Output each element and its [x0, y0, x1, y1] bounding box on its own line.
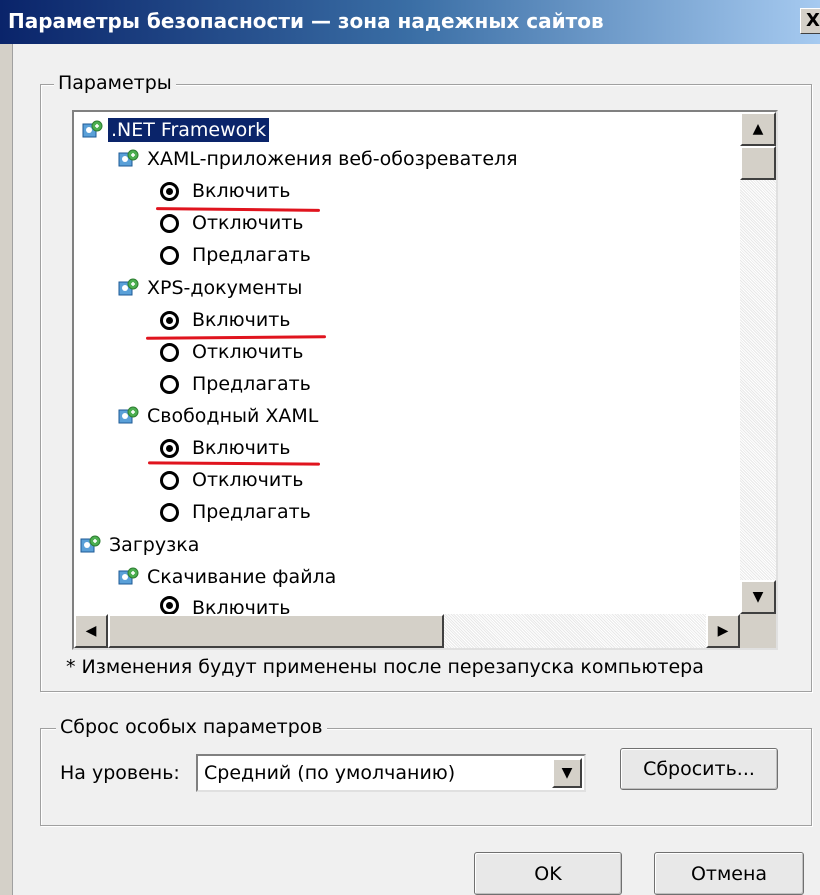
option-enable[interactable]: Включить — [160, 305, 294, 335]
radio-button[interactable] — [160, 470, 179, 490]
option-label: Включить — [192, 309, 291, 331]
window-title: Параметры безопасности — зона надежных с… — [8, 9, 604, 33]
tree-node-label: .NET Framework — [108, 118, 270, 142]
option-enable[interactable]: Включить — [160, 176, 294, 206]
settings-gear-icon — [82, 120, 103, 138]
radio-button[interactable] — [160, 438, 179, 458]
restart-note: * Изменения будут применены после переза… — [66, 656, 704, 678]
vertical-scrollbar[interactable] — [740, 112, 776, 620]
radio-button[interactable] — [160, 213, 179, 233]
cancel-button[interactable]: Отмена — [654, 852, 804, 895]
tree-node-loose-xaml[interactable]: Свободный XAML — [118, 401, 321, 431]
option-disable[interactable]: Отключить — [160, 208, 306, 238]
scroll-down-button[interactable]: ▼ — [740, 580, 776, 614]
option-label: Отключить — [192, 341, 304, 363]
option-enable[interactable]: Включить — [160, 433, 294, 463]
settings-gear-icon — [80, 535, 101, 553]
tree-node-label: XAML-приложения веб-обозревателя — [147, 148, 518, 170]
level-select[interactable]: Средний (по умолчанию) ▼ — [196, 754, 586, 792]
radio-button[interactable] — [160, 374, 179, 394]
tree-node-xps-documents[interactable]: XPS-документы — [118, 273, 305, 303]
option-label: Отключить — [192, 212, 304, 234]
option-label: Включить — [192, 437, 291, 459]
radio-button[interactable] — [160, 342, 179, 362]
tree-node-label: Свободный XAML — [147, 405, 319, 427]
scroll-up-button[interactable]: ▲ — [740, 112, 776, 146]
reset-group-legend: Сброс особых параметров — [56, 716, 327, 738]
settings-group-legend: Параметры — [54, 72, 176, 94]
chevron-down-icon[interactable]: ▼ — [552, 758, 582, 788]
radio-button[interactable] — [160, 596, 179, 614]
option-prompt[interactable]: Предлагать — [160, 497, 314, 527]
tree-node-xaml-browser-apps[interactable]: XAML-приложения веб-обозревателя — [118, 144, 521, 174]
option-label: Предлагать — [192, 373, 311, 395]
option-label: Отключить — [192, 469, 304, 491]
scroll-left-button[interactable]: ◀ — [74, 614, 108, 648]
tree-node-label: XPS-документы — [147, 277, 303, 299]
tree-node-downloads[interactable]: Загрузка — [80, 530, 202, 560]
window-frame — [0, 44, 13, 895]
settings-gear-icon — [118, 149, 139, 167]
horizontal-scroll-thumb[interactable] — [108, 614, 444, 648]
title-bar: Параметры безопасности — зона надежных с… — [0, 0, 820, 44]
settings-tree[interactable]: .NET Framework XAML-приложения веб-обозр… — [72, 110, 778, 650]
radio-button[interactable] — [160, 310, 179, 330]
radio-button[interactable] — [160, 245, 179, 265]
settings-gear-icon — [118, 406, 139, 424]
radio-button[interactable] — [160, 181, 179, 201]
reset-button[interactable]: Сбросить... — [620, 748, 778, 790]
settings-gear-icon — [118, 567, 139, 585]
option-disable[interactable]: Отключить — [160, 465, 306, 495]
settings-gear-icon — [118, 278, 139, 296]
option-disable[interactable]: Отключить — [160, 337, 306, 367]
level-label: На уровень: — [60, 762, 180, 784]
option-label: Включить — [192, 597, 291, 614]
level-select-value: Средний (по умолчанию) — [204, 762, 456, 784]
option-label: Включить — [192, 180, 291, 202]
option-prompt[interactable]: Предлагать — [160, 369, 314, 399]
scroll-right-button[interactable]: ▶ — [706, 614, 740, 648]
radio-button[interactable] — [160, 502, 179, 522]
option-label: Предлагать — [192, 244, 311, 266]
option-label: Предлагать — [192, 501, 311, 523]
option-enable[interactable]: Включить — [160, 596, 294, 614]
tree-node-label: Загрузка — [109, 534, 200, 556]
tree-node-net-framework[interactable]: .NET Framework — [82, 115, 270, 145]
ok-button[interactable]: OK — [474, 852, 622, 895]
tree-node-label: Скачивание файла — [147, 566, 337, 588]
option-prompt[interactable]: Предлагать — [160, 240, 314, 270]
scroll-thumb[interactable] — [740, 146, 776, 180]
scrollbar-corner — [740, 614, 776, 648]
close-button[interactable]: X — [800, 8, 820, 34]
tree-node-file-download[interactable]: Скачивание файла — [118, 562, 339, 592]
